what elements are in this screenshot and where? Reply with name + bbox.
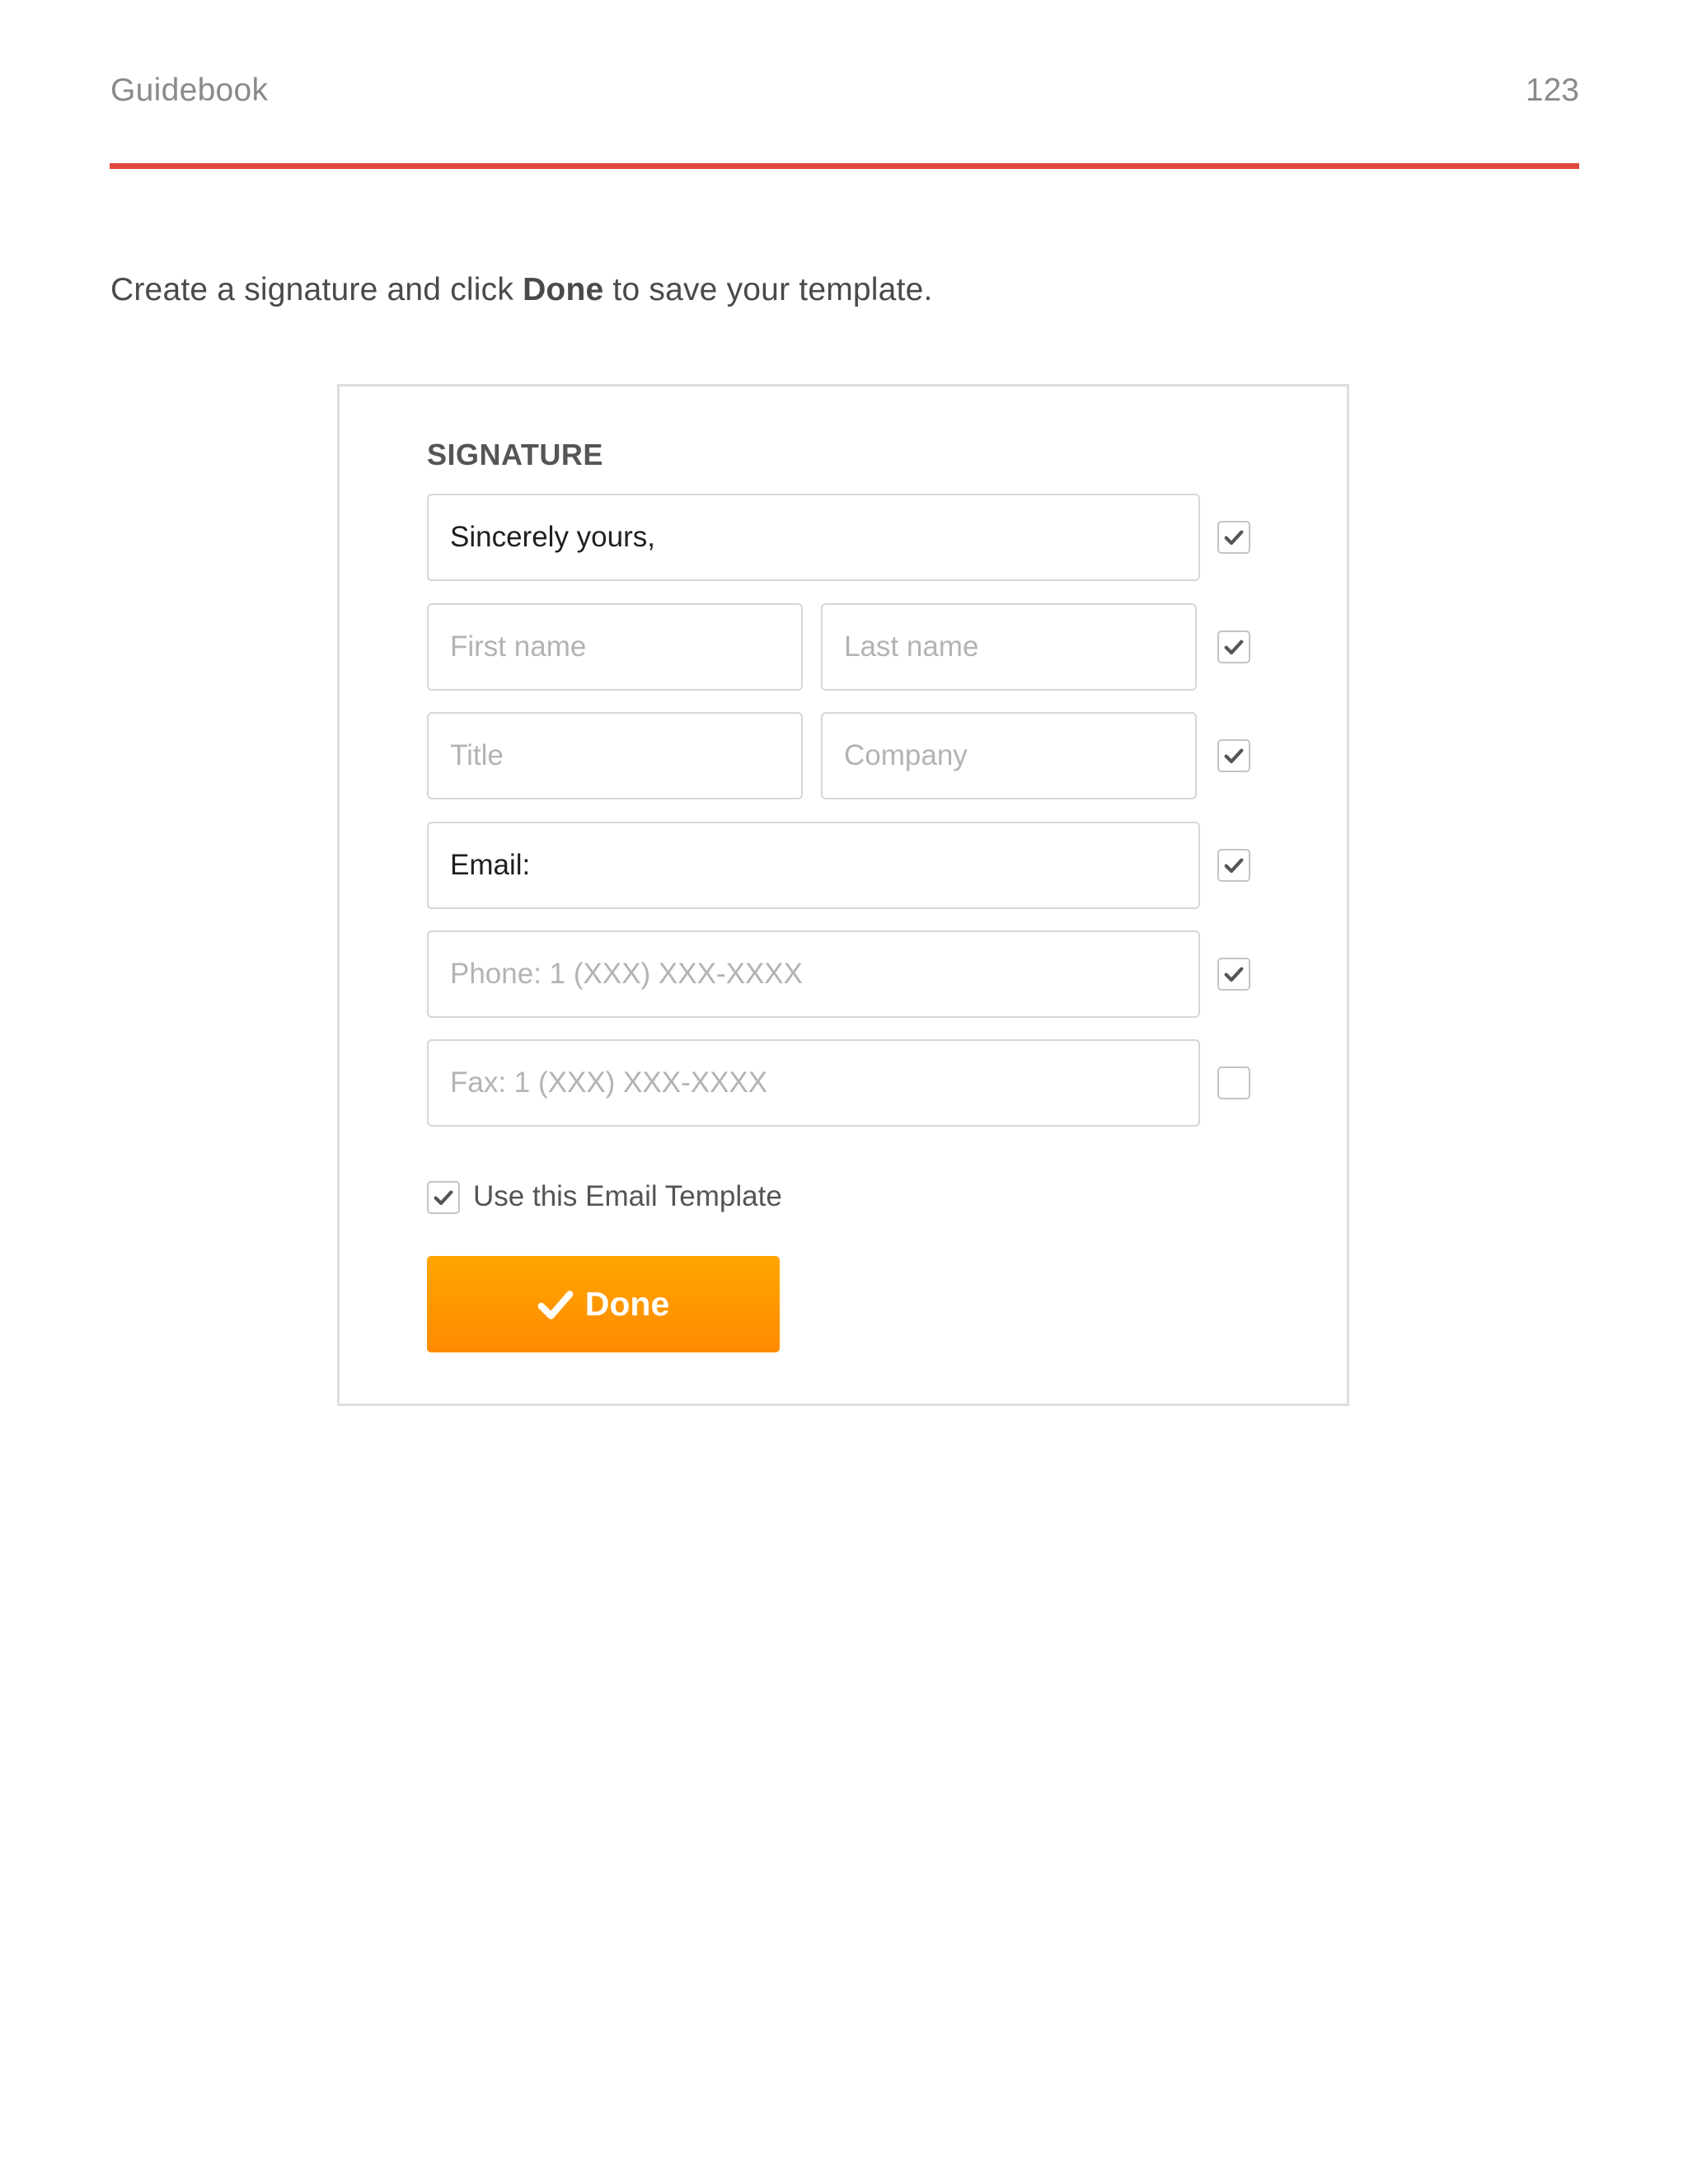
first-name-field[interactable]: First name [427,603,803,691]
header-divider [110,163,1579,169]
closing-field[interactable]: Sincerely yours, [427,494,1200,581]
check-icon [434,1190,453,1206]
page-number: 123 [1525,73,1579,108]
check-icon [1224,640,1244,655]
email-field[interactable]: Email: [427,822,1200,909]
guidebook-title: Guidebook [110,73,269,108]
check-icon [1224,967,1244,982]
instruction-text-start: Create a signature and click [110,272,523,307]
closing-checkbox[interactable] [1217,521,1250,554]
page-header: Guidebook 123 [110,73,1579,114]
instruction-text: Create a signature and click Done to sav… [110,272,933,308]
signature-heading: SIGNATURE [427,438,603,471]
last-name-field[interactable]: Last name [821,603,1197,691]
use-template-label: Use this Email Template [473,1180,782,1212]
company-field[interactable]: Company [821,712,1197,799]
signature-panel: SIGNATURE Sincerely yours, First name La… [337,384,1349,1406]
instruction-text-bold: Done [523,272,604,307]
phone-field[interactable]: Phone: 1 (XXX) XXX-XXXX [427,930,1200,1018]
title-company-checkbox[interactable] [1217,739,1250,772]
phone-checkbox[interactable] [1217,958,1250,991]
done-button-label: Done [584,1285,670,1323]
fax-checkbox[interactable] [1217,1066,1250,1099]
done-button[interactable]: Done [427,1256,780,1352]
use-template-checkbox[interactable] [427,1181,460,1214]
fax-field[interactable]: Fax: 1 (XXX) XXX-XXXX [427,1039,1200,1127]
email-checkbox[interactable] [1217,849,1250,882]
name-checkbox[interactable] [1217,630,1250,663]
title-field[interactable]: Title [427,712,803,799]
check-icon [537,1290,574,1319]
check-icon [1224,530,1244,546]
check-icon [1224,858,1244,874]
check-icon [1224,748,1244,764]
instruction-text-end: to save your template. [603,272,933,307]
